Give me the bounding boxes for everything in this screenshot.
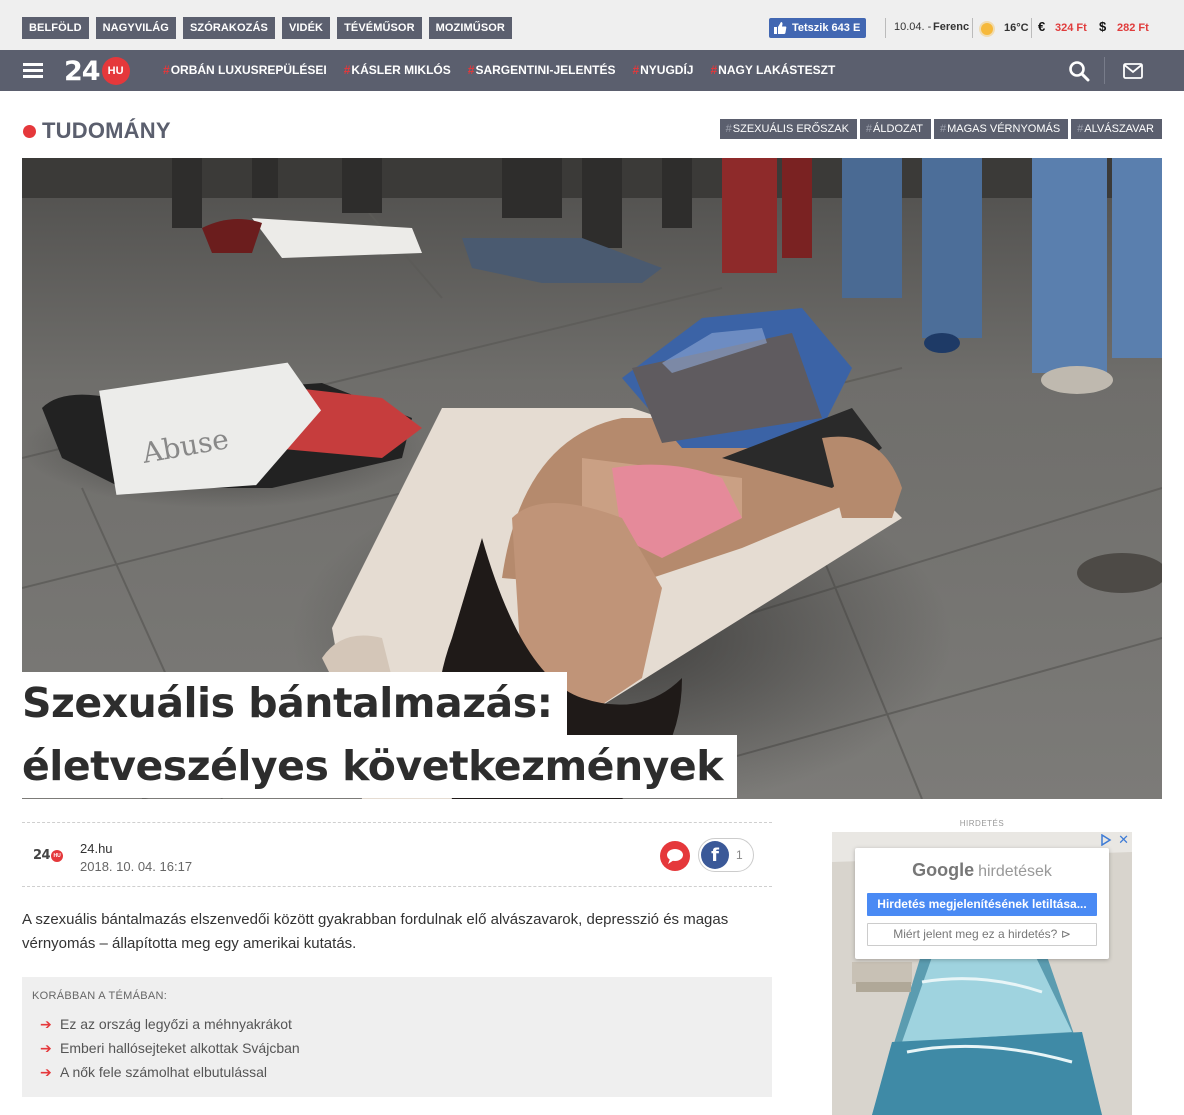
- trending-topics: #ORBÁN LUXUSREPÜLÉSEI #KÁSLER MIKLÓS #SA…: [163, 63, 835, 77]
- related-list: ➔ Ez az ország legyőzi a méhnyakrákot ➔ Em…: [40, 1016, 300, 1088]
- mail-icon[interactable]: [1123, 63, 1143, 79]
- section-title[interactable]: TUDOMÁNY: [42, 118, 171, 144]
- stop-ad-button[interactable]: Hirdetés megjelenítésének letiltása...: [867, 893, 1097, 916]
- arrow-right-icon: ➔: [40, 1040, 52, 1056]
- trend-link[interactable]: #KÁSLER MIKLÓS: [344, 63, 451, 77]
- ad-info-icon: ⊳: [1060, 927, 1071, 941]
- related-item[interactable]: ➔ Emberi hallósejteket alkottak Svájcban: [40, 1040, 300, 1064]
- arrow-right-icon: ➔: [40, 1064, 52, 1080]
- facebook-icon: f: [701, 841, 729, 869]
- dollar-icon: $: [1099, 19, 1107, 34]
- ad-choices-icon[interactable]: [1100, 834, 1112, 846]
- logo-number: 24: [64, 55, 101, 87]
- article-lead: A szexuális bántalmazás elszenvedői közö…: [22, 911, 729, 952]
- section-dot-icon: [23, 125, 36, 138]
- author-logo: 24 HU: [33, 848, 64, 863]
- comment-button[interactable]: [660, 841, 690, 871]
- nameday: Ferenc: [933, 21, 970, 33]
- ad-close-icon[interactable]: ✕: [1118, 832, 1129, 848]
- divider: [885, 18, 886, 38]
- thumbs-up-icon: [774, 22, 787, 34]
- usd-rate: 282 Ft: [1117, 22, 1149, 34]
- headline-line-2: életveszélyes következmények: [22, 735, 737, 798]
- divider: [22, 822, 772, 823]
- facebook-share-button[interactable]: f 1: [698, 838, 754, 872]
- comment-bubble-icon: [667, 849, 683, 864]
- related-item[interactable]: ➔ A nők fele számolhat elbutulással: [40, 1064, 300, 1088]
- divider: [1031, 18, 1032, 38]
- article-tags: #SZEXUÁLIS ERŐSZAK #ÁLDOZAT #MAGAS VÉRNY…: [719, 119, 1162, 139]
- related-item[interactable]: ➔ Ez az ország legyőzi a méhnyakrákot: [40, 1016, 300, 1040]
- arrow-right-icon: ➔: [40, 1016, 52, 1032]
- top-bar: BELFÖLD NAGYVILÁG SZÓRAKOZÁS VIDÉK TÉVÉM…: [0, 0, 1184, 50]
- eur-rate: 324 Ft: [1055, 22, 1087, 34]
- facebook-like-label: Tetszik 643 E: [792, 22, 861, 34]
- author-name[interactable]: 24.hu: [80, 841, 113, 856]
- divider: [22, 886, 772, 887]
- related-articles-box: KORÁBBAN A TÉMÁBAN: ➔ Ez az ország legyőz…: [22, 977, 772, 1097]
- topnav-szorakozas[interactable]: SZÓRAKOZÁS: [182, 17, 275, 39]
- author-logo-number: 24: [33, 848, 51, 863]
- topnav-videk[interactable]: VIDÉK: [281, 17, 331, 39]
- google-ads-title: Google hirdetések: [912, 860, 1052, 880]
- trend-link[interactable]: #NAGY LAKÁSTESZT: [710, 63, 835, 77]
- ad-label: HIRDETÉS: [959, 819, 1005, 828]
- main-nav: 24 HU #ORBÁN LUXUSREPÜLÉSEI #KÁSLER MIKL…: [0, 50, 1184, 91]
- divider: [1104, 57, 1105, 84]
- trend-link[interactable]: #SARGENTINI-JELENTÉS: [468, 63, 616, 77]
- sun-icon: [981, 23, 993, 35]
- current-date: 10.04. -: [894, 21, 932, 33]
- ad-slot: ✕ Google hirdetések Hirdetés megjelenítés…: [832, 832, 1132, 1115]
- publish-date: 2018. 10. 04. 16:17: [80, 859, 193, 874]
- trend-link[interactable]: #NYUGDÍJ: [632, 63, 693, 77]
- topnav-mozimusor[interactable]: MOZIMŰSOR: [428, 17, 512, 39]
- tag-link[interactable]: #SZEXUÁLIS ERŐSZAK: [719, 119, 857, 139]
- topnav-belfold[interactable]: BELFÖLD: [22, 17, 89, 39]
- temperature: 16°C: [1004, 22, 1029, 34]
- facebook-share-count: 1: [736, 848, 743, 862]
- euro-icon: €: [1038, 19, 1046, 34]
- facebook-like-button[interactable]: Tetszik 643 E: [769, 18, 867, 38]
- tag-link[interactable]: #MAGAS VÉRNYOMÁS: [933, 119, 1069, 139]
- author-logo-suffix: HU: [51, 849, 64, 862]
- divider: [972, 18, 973, 38]
- why-this-ad-button[interactable]: Miért jelent meg ez a hirdetés? ⊳: [867, 923, 1097, 946]
- topnav-nagyvilag[interactable]: NAGYVILÁG: [95, 17, 176, 39]
- google-ad-panel: Google hirdetések Hirdetés megjelenítésén…: [855, 848, 1109, 959]
- trend-link[interactable]: #ORBÁN LUXUSREPÜLÉSEI: [163, 63, 327, 77]
- top-nav: BELFÖLD NAGYVILÁG SZÓRAKOZÁS VIDÉK TÉVÉM…: [22, 17, 512, 39]
- hamburger-menu-icon[interactable]: [23, 63, 43, 78]
- site-logo[interactable]: 24 HU: [64, 55, 130, 87]
- search-icon[interactable]: [1068, 60, 1090, 82]
- related-heading: KORÁBBAN A TÉMÁBAN:: [32, 990, 168, 1002]
- logo-suffix: HU: [101, 57, 130, 85]
- tag-link[interactable]: #ALVÁSZAVAR: [1071, 119, 1162, 139]
- headline-line-1: Szexuális bántalmazás:: [22, 672, 567, 735]
- article-headline: Szexuális bántalmazás: életveszélyes köv…: [22, 672, 737, 798]
- topnav-tevemusor[interactable]: TÉVÉMŰSOR: [337, 17, 422, 39]
- tag-link[interactable]: #ÁLDOZAT: [859, 119, 931, 139]
